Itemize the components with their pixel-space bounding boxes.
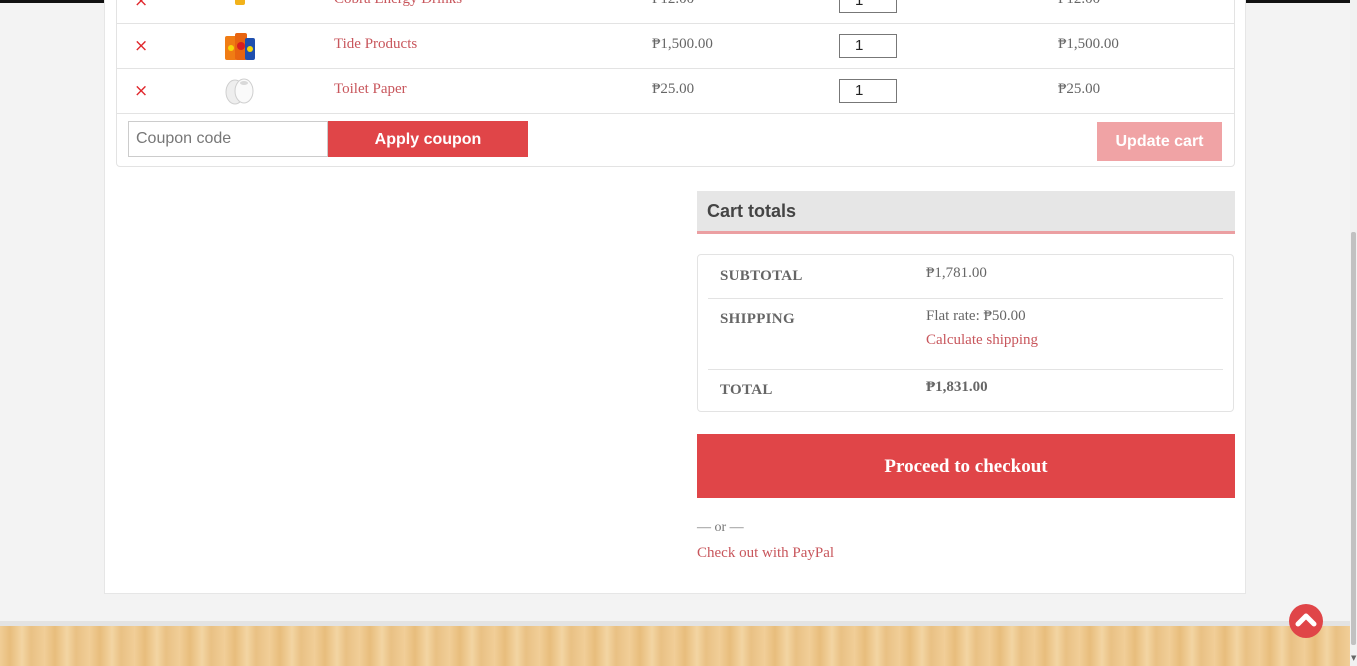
wood-footer [0, 621, 1350, 666]
subtotal-value: ₱1,781.00 [926, 265, 987, 281]
product-subtotal: ₱1,500.00 [1058, 36, 1119, 52]
quantity-input[interactable]: 1 [839, 79, 897, 103]
quantity-input[interactable]: 1 [839, 0, 897, 13]
chevron-up-icon [1295, 613, 1317, 627]
product-thumbnail-tide[interactable] [223, 30, 257, 62]
cart-row: × Tide Products ₱1,500.00 1 ₱1,500.00 [117, 24, 1234, 69]
product-thumbnail-toilet-paper[interactable] [223, 75, 257, 107]
cart-totals-header: Cart totals [697, 191, 1235, 234]
product-subtotal: ₱12.00 [1058, 0, 1100, 8]
cart-row: × Toilet Paper ₱25.00 1 ₱25.00 [117, 69, 1234, 114]
shipping-value: Flat rate: ₱50.00 [926, 308, 1026, 324]
scroll-to-top-button[interactable] [1289, 604, 1323, 638]
or-separator: — or — [697, 520, 744, 535]
remove-item-icon[interactable]: × [134, 0, 148, 13]
product-name-link[interactable]: Tide Products [334, 36, 417, 53]
apply-coupon-button[interactable]: Apply coupon [328, 121, 528, 157]
subtotal-label: SUBTOTAL [720, 268, 803, 284]
update-cart-button[interactable]: Update cart [1097, 122, 1222, 161]
cart-totals-table: SUBTOTAL ₱1,781.00 SHIPPING Flat rate: ₱… [697, 254, 1234, 412]
product-name-link[interactable]: Cobra Energy Drinks [334, 0, 462, 8]
product-name-link[interactable]: Toilet Paper [334, 81, 407, 98]
paypal-checkout-link[interactable]: Check out with PayPal [697, 545, 834, 562]
product-subtotal: ₱25.00 [1058, 81, 1101, 97]
calculate-shipping-link[interactable]: Calculate shipping [926, 332, 1038, 349]
total-label: TOTAL [720, 382, 773, 398]
shipping-label: SHIPPING [720, 311, 795, 327]
remove-item-icon[interactable]: × [134, 34, 148, 58]
quantity-input[interactable]: 1 [839, 34, 897, 58]
scroll-down-arrow-icon[interactable]: ▼ [1351, 654, 1356, 662]
divider [708, 298, 1223, 299]
cart-totals-title: Cart totals [707, 201, 797, 221]
proceed-to-checkout-button[interactable]: Proceed to checkout [697, 434, 1235, 498]
product-thumbnail-cobra[interactable] [223, 0, 257, 17]
remove-item-icon[interactable]: × [134, 79, 148, 103]
divider [708, 369, 1223, 370]
page-scrollbar[interactable]: ▼ [1350, 0, 1357, 666]
cart-row: × Cobra Energy Drinks ₱12.00 1 ₱12.00 [117, 0, 1234, 24]
total-value: ₱1,831.00 [926, 379, 988, 395]
product-price: ₱25.00 [652, 81, 695, 97]
product-price: ₱12.00 [652, 0, 694, 8]
scrollbar-thumb[interactable] [1351, 232, 1356, 645]
coupon-code-input[interactable]: Coupon code [128, 121, 328, 157]
cart-table: × Cobra Energy Drinks ₱12.00 1 ₱12.00 × … [116, 0, 1235, 167]
product-price: ₱1,500.00 [652, 36, 713, 52]
